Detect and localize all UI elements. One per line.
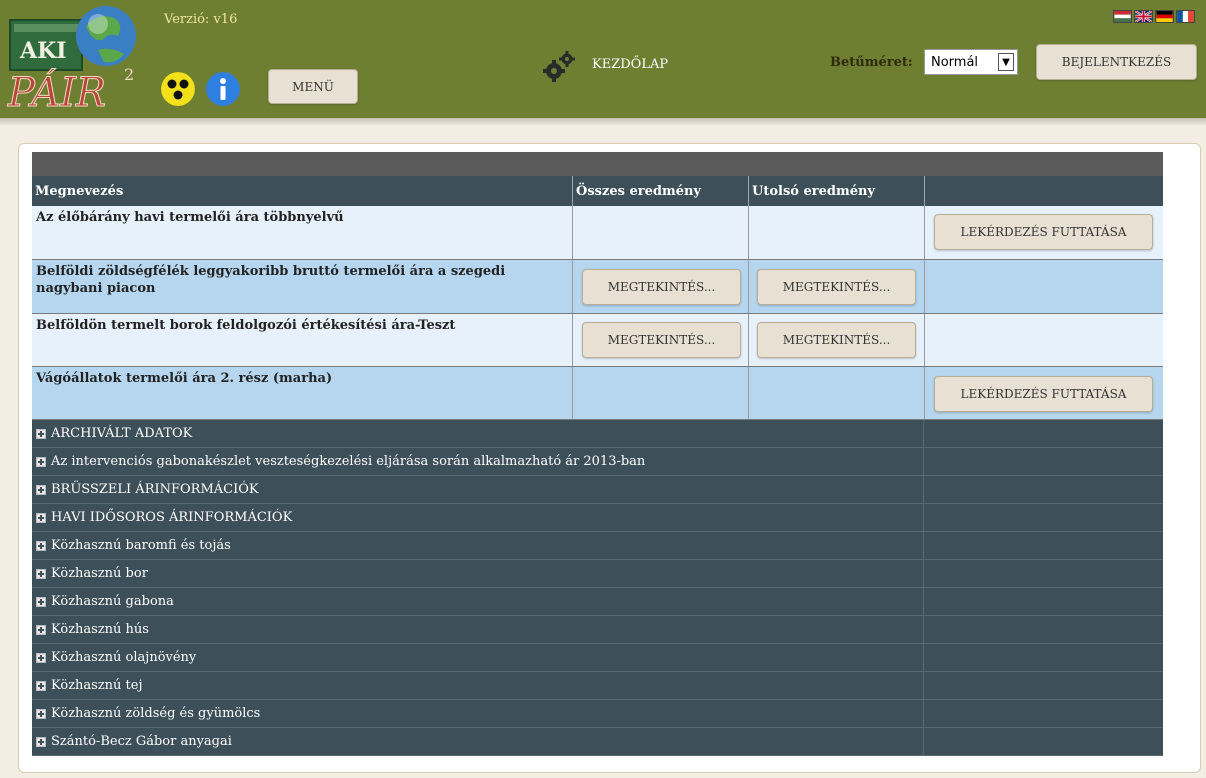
expand-plus-icon[interactable]: [36, 624, 46, 635]
group-label: HAVI IDŐSOROS ÁRINFORMÁCIÓK: [51, 510, 293, 525]
run-query-button[interactable]: LEKÉRDEZÉS FUTTATÁSA: [934, 214, 1153, 250]
logo-superscript: 2: [124, 65, 134, 84]
font-size-label: Betűméret:: [830, 55, 913, 70]
expand-plus-icon[interactable]: [36, 456, 46, 467]
gears-icon: [543, 51, 575, 82]
language-flags: [1113, 10, 1195, 23]
group-label: Az intervenciós gabonakészlet veszteségk…: [51, 454, 646, 469]
row-name: Belföldön termelt borok feldolgozói érté…: [36, 318, 456, 333]
group-label: Közhasznú zöldség és gyümölcs: [51, 706, 261, 721]
group-row[interactable]: Közhasznú baromfi és tojás: [32, 532, 1163, 560]
chevron-down-icon[interactable]: ▼: [998, 53, 1014, 71]
logo-aki-text: AKI: [19, 38, 66, 64]
view-last-result-button[interactable]: MEGTEKINTÉS...: [757, 322, 916, 358]
group-label: Közhasznú hús: [51, 622, 149, 637]
expand-plus-icon[interactable]: [36, 736, 46, 747]
table-row: Belföldön termelt borok feldolgozói érté…: [32, 314, 1163, 367]
group-row[interactable]: BRÜSSZELI ÁRINFORMÁCIÓK: [32, 476, 1163, 504]
column-header-actions: [925, 176, 1163, 206]
aki-pair-logo[interactable]: AKI PÁIR 2: [6, 2, 146, 114]
expand-plus-icon[interactable]: [36, 652, 46, 663]
group-row[interactable]: Közhasznú hús: [32, 616, 1163, 644]
expand-plus-icon[interactable]: [36, 708, 46, 719]
group-label: ARCHIVÁLT ADATOK: [51, 426, 193, 441]
group-label: Közhasznú olajnövény: [51, 650, 197, 665]
group-row[interactable]: Az intervenciós gabonakészlet veszteségk…: [32, 448, 1163, 476]
group-label: Közhasznú gabona: [51, 594, 174, 609]
table-title-bar: [32, 152, 1163, 176]
table-row: Az élőbárány havi termelői ára többnyelv…: [32, 206, 1163, 260]
group-row[interactable]: Közhasznú bor: [32, 560, 1163, 588]
row-name: Belföldi zöldségfélék leggyakoribb brutt…: [36, 264, 506, 296]
top-header: AKI PÁIR 2 Verzió: v16 MENÜ KEZDŐLAP Bet…: [0, 0, 1206, 118]
french-flag-icon[interactable]: [1176, 10, 1195, 23]
home-link[interactable]: KEZDŐLAP: [592, 57, 668, 72]
expand-plus-icon[interactable]: [36, 512, 46, 523]
expand-plus-icon[interactable]: [36, 596, 46, 607]
expand-plus-icon[interactable]: [36, 484, 46, 495]
group-row[interactable]: ARCHIVÁLT ADATOK: [32, 420, 1163, 448]
group-row[interactable]: Közhasznú olajnövény: [32, 644, 1163, 672]
german-flag-icon[interactable]: [1155, 10, 1174, 23]
font-size-select[interactable]: Normál ▼: [924, 49, 1018, 75]
group-row[interactable]: Szántó-Becz Gábor anyagai: [32, 728, 1163, 756]
group-row[interactable]: HAVI IDŐSOROS ÁRINFORMÁCIÓK: [32, 504, 1163, 532]
table-row: Vágóállatok termelői ára 2. rész (marha)…: [32, 367, 1163, 420]
group-row[interactable]: Közhasznú zöldség és gyümölcs: [32, 700, 1163, 728]
row-name: Vágóállatok termelői ára 2. rész (marha): [36, 371, 333, 386]
header-shadow: [0, 118, 1206, 126]
group-label: Közhasznú tej: [51, 678, 143, 693]
font-size-value: Normál: [931, 54, 979, 70]
expand-plus-icon[interactable]: [36, 428, 46, 439]
group-label: Közhasznú bor: [51, 566, 148, 581]
row-name: Az élőbárány havi termelői ára többnyelv…: [36, 210, 344, 225]
uk-flag-icon[interactable]: [1134, 10, 1153, 23]
group-row[interactable]: Közhasznú tej: [32, 672, 1163, 700]
expand-plus-icon[interactable]: [36, 568, 46, 579]
column-header-name[interactable]: Megnevezés: [32, 176, 573, 206]
view-last-result-button[interactable]: MEGTEKINTÉS...: [757, 269, 916, 305]
menu-button[interactable]: MENÜ: [268, 69, 358, 104]
accessibility-icon[interactable]: [161, 72, 195, 106]
group-label: Közhasznú baromfi és tojás: [51, 538, 231, 553]
table-row: Belföldi zöldségfélék leggyakoribb brutt…: [32, 260, 1163, 314]
expand-plus-icon[interactable]: [36, 680, 46, 691]
run-query-button[interactable]: LEKÉRDEZÉS FUTTATÁSA: [934, 376, 1153, 412]
info-icon[interactable]: [206, 72, 240, 106]
group-label: BRÜSSZELI ÁRINFORMÁCIÓK: [51, 482, 259, 497]
group-row[interactable]: Közhasznú gabona: [32, 588, 1163, 616]
column-header-last-result[interactable]: Utolsó eredmény: [749, 176, 925, 206]
login-button[interactable]: BEJELENTKEZÉS: [1036, 44, 1197, 80]
view-all-results-button[interactable]: MEGTEKINTÉS...: [582, 322, 741, 358]
version-label: Verzió: v16: [164, 12, 238, 27]
hungarian-flag-icon[interactable]: [1113, 10, 1132, 23]
view-all-results-button[interactable]: MEGTEKINTÉS...: [582, 269, 741, 305]
column-header-all-results[interactable]: Összes eredmény: [573, 176, 749, 206]
expand-plus-icon[interactable]: [36, 540, 46, 551]
logo-pair-text: PÁIR: [7, 69, 106, 114]
group-label: Szántó-Becz Gábor anyagai: [51, 734, 232, 749]
